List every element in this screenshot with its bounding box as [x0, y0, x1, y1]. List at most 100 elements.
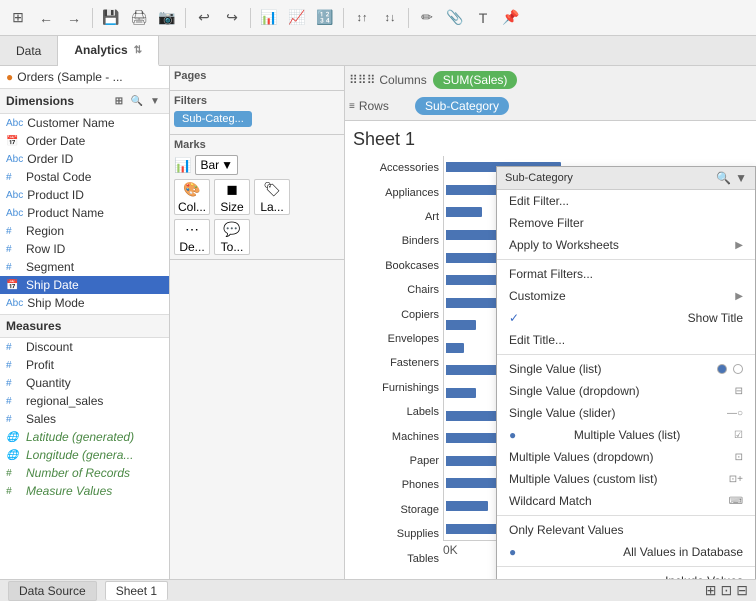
measure-regional-sales[interactable]: # regional_sales [0, 392, 169, 410]
left-sidebar: ● Orders (Sample - ... Dimensions ⊞ 🔍 ▼ … [0, 66, 170, 579]
single-value-list-radio-empty [733, 364, 743, 374]
menu-show-title-checkmark: ✓ [509, 311, 519, 325]
marks-type-dropdown[interactable]: Bar ▼ [195, 155, 238, 175]
toolbar-home-icon[interactable]: ⊞ [6, 6, 30, 30]
marks-label-button[interactable]: 🏷 La... [254, 179, 290, 215]
toolbar-sort-desc-icon[interactable]: ↕↓ [378, 6, 402, 30]
status-dashboard-icon[interactable]: ⊟ [736, 582, 748, 599]
marks-size-button[interactable]: ◼ Size [214, 179, 250, 215]
dimensions-search-icon[interactable]: 🔍 [129, 93, 145, 109]
dimensions-grid-icon[interactable]: ⊞ [111, 93, 127, 109]
toolbar-undo-icon[interactable]: ↩ [192, 6, 216, 30]
dimensions-header: Dimensions ⊞ 🔍 ▼ [0, 89, 169, 114]
menu-all-values-in-database[interactable]: ● All Values in Database [497, 541, 755, 563]
menu-single-value-list[interactable]: Single Value (list) [497, 358, 755, 380]
columns-pill-sum-sales[interactable]: SUM(Sales) [433, 71, 518, 89]
menu-single-value-slider[interactable]: Single Value (slider) —○ [497, 402, 755, 424]
menu-edit-title[interactable]: Edit Title... [497, 329, 755, 351]
bar-label-supplies: Supplies [353, 526, 439, 542]
bar-label-art: Art [353, 209, 439, 225]
filter-search-icon[interactable]: 🔍 [716, 171, 731, 185]
field-segment[interactable]: # Segment [0, 258, 169, 276]
field-order-date[interactable]: 📅 Order Date [0, 132, 169, 150]
field-product-name[interactable]: Abc Product Name [0, 204, 169, 222]
field-postal-code[interactable]: # Postal Code [0, 168, 169, 186]
status-tab-data-source-label: Data Source [19, 584, 86, 598]
toolbar-back-icon[interactable]: ← [34, 6, 58, 30]
bar-label-phones: Phones [353, 477, 439, 493]
product-name-type-icon: Abc [6, 208, 23, 219]
dimensions-expand-icon[interactable]: ▼ [147, 93, 163, 109]
field-product-id[interactable]: Abc Product ID [0, 186, 169, 204]
columns-pill-label: SUM(Sales) [443, 73, 508, 87]
marks-tooltip-button[interactable]: 💬 To... [214, 219, 250, 255]
filter-expand-icon[interactable]: ▼ [735, 171, 747, 185]
field-customer-name[interactable]: Abc Customer Name [0, 114, 169, 132]
marks-color-button[interactable]: 🎨 Col... [174, 179, 210, 215]
toolbar-print-icon[interactable]: 🖨 [127, 6, 151, 30]
filter-card: Sub-Category 🔍 ▼ Edit Filter... Remove F… [496, 166, 756, 579]
toolbar-table-icon[interactable]: 🔢 [313, 6, 337, 30]
measure-measure-values[interactable]: # Measure Values [0, 482, 169, 500]
field-ship-mode[interactable]: Abc Ship Mode [0, 294, 169, 312]
measure-values-type-icon: # [6, 486, 22, 497]
measures-section: Measures # Discount # Profit # Quantity … [0, 314, 169, 500]
toolbar-save-icon[interactable]: 💾 [99, 6, 123, 30]
measure-longitude[interactable]: 🌐 Longitude (genera... [0, 446, 169, 464]
marks-detail-button[interactable]: ⋯ De... [174, 219, 210, 255]
toolbar-redo-icon[interactable]: ↪ [220, 6, 244, 30]
toolbar-chart2-icon[interactable]: 📈 [285, 6, 309, 30]
status-add-sheet-icon[interactable]: ⊞ [705, 582, 717, 599]
rows-pill-sub-category[interactable]: Sub-Category [415, 97, 509, 115]
menu-multiple-values-custom[interactable]: Multiple Values (custom list) ⊡+ [497, 468, 755, 490]
field-row-id[interactable]: # Row ID [0, 240, 169, 258]
tab-analytics[interactable]: Analytics ⇅ [58, 36, 159, 66]
status-grid-icon[interactable]: ⊡ [721, 582, 733, 599]
x-label-0: 0K [443, 543, 458, 557]
filter-pill-subcategory[interactable]: Sub-Categ... [174, 111, 252, 127]
menu-format-filters[interactable]: Format Filters... [497, 263, 755, 285]
toolbar-forward-icon[interactable]: → [62, 6, 86, 30]
menu-multiple-values-dropdown-label: Multiple Values (dropdown) [509, 450, 654, 464]
menu-include-values[interactable]: ● Include Values [497, 570, 755, 579]
menu-remove-filter-label: Remove Filter [509, 216, 584, 230]
bar-label-paper: Paper [353, 453, 439, 469]
status-bar: Data Source Sheet 1 ⊞ ⊡ ⊟ [0, 579, 756, 601]
menu-remove-filter[interactable]: Remove Filter [497, 212, 755, 234]
status-tab-sheet1[interactable]: Sheet 1 [105, 581, 168, 600]
menu-multiple-values-dropdown[interactable]: Multiple Values (dropdown) ⊡ [497, 446, 755, 468]
toolbar-text-icon[interactable]: T [471, 6, 495, 30]
measure-number-of-records[interactable]: # Number of Records [0, 464, 169, 482]
menu-customize[interactable]: Customize ▶ [497, 285, 755, 307]
toolbar-chart1-icon[interactable]: 📊 [257, 6, 281, 30]
menu-edit-filter[interactable]: Edit Filter... [497, 190, 755, 212]
datasource-row[interactable]: ● Orders (Sample - ... [0, 66, 169, 89]
menu-only-relevant-values[interactable]: Only Relevant Values [497, 519, 755, 541]
measure-latitude[interactable]: 🌐 Latitude (generated) [0, 428, 169, 446]
toolbar-pen-icon[interactable]: ✏ [415, 6, 439, 30]
filters-label: Filters [174, 95, 340, 107]
tab-data[interactable]: Data [0, 36, 58, 65]
product-id-type-icon: Abc [6, 190, 23, 201]
menu-multiple-values-list[interactable]: ● Multiple Values (list) ☑ [497, 424, 755, 446]
menu-wildcard-match[interactable]: Wildcard Match ⌨ [497, 490, 755, 512]
toolbar-camera-icon[interactable]: 📷 [155, 6, 179, 30]
status-tab-data-source[interactable]: Data Source [8, 581, 97, 601]
ship-date-label: Ship Date [26, 278, 79, 292]
field-region[interactable]: # Region [0, 222, 169, 240]
measure-sales[interactable]: # Sales [0, 410, 169, 428]
marks-section: Marks 📊 Bar ▼ 🎨 Col... ◼ Si [170, 135, 344, 260]
measure-profit[interactable]: # Profit [0, 356, 169, 374]
field-ship-date[interactable]: 📅 Ship Date [0, 276, 169, 294]
field-order-id[interactable]: Abc Order ID [0, 150, 169, 168]
measure-quantity[interactable]: # Quantity [0, 374, 169, 392]
measure-discount[interactable]: # Discount [0, 338, 169, 356]
menu-show-title[interactable]: ✓ Show Title [497, 307, 755, 329]
latitude-type-icon: 🌐 [6, 432, 22, 443]
toolbar-pin-icon[interactable]: 📌 [499, 6, 523, 30]
menu-format-filters-label: Format Filters... [509, 267, 593, 281]
menu-apply-worksheets[interactable]: Apply to Worksheets ▶ [497, 234, 755, 256]
menu-single-value-dropdown[interactable]: Single Value (dropdown) ⊟ [497, 380, 755, 402]
toolbar-sort-asc-icon[interactable]: ↕↑ [350, 6, 374, 30]
toolbar-link-icon[interactable]: 📎 [443, 6, 467, 30]
